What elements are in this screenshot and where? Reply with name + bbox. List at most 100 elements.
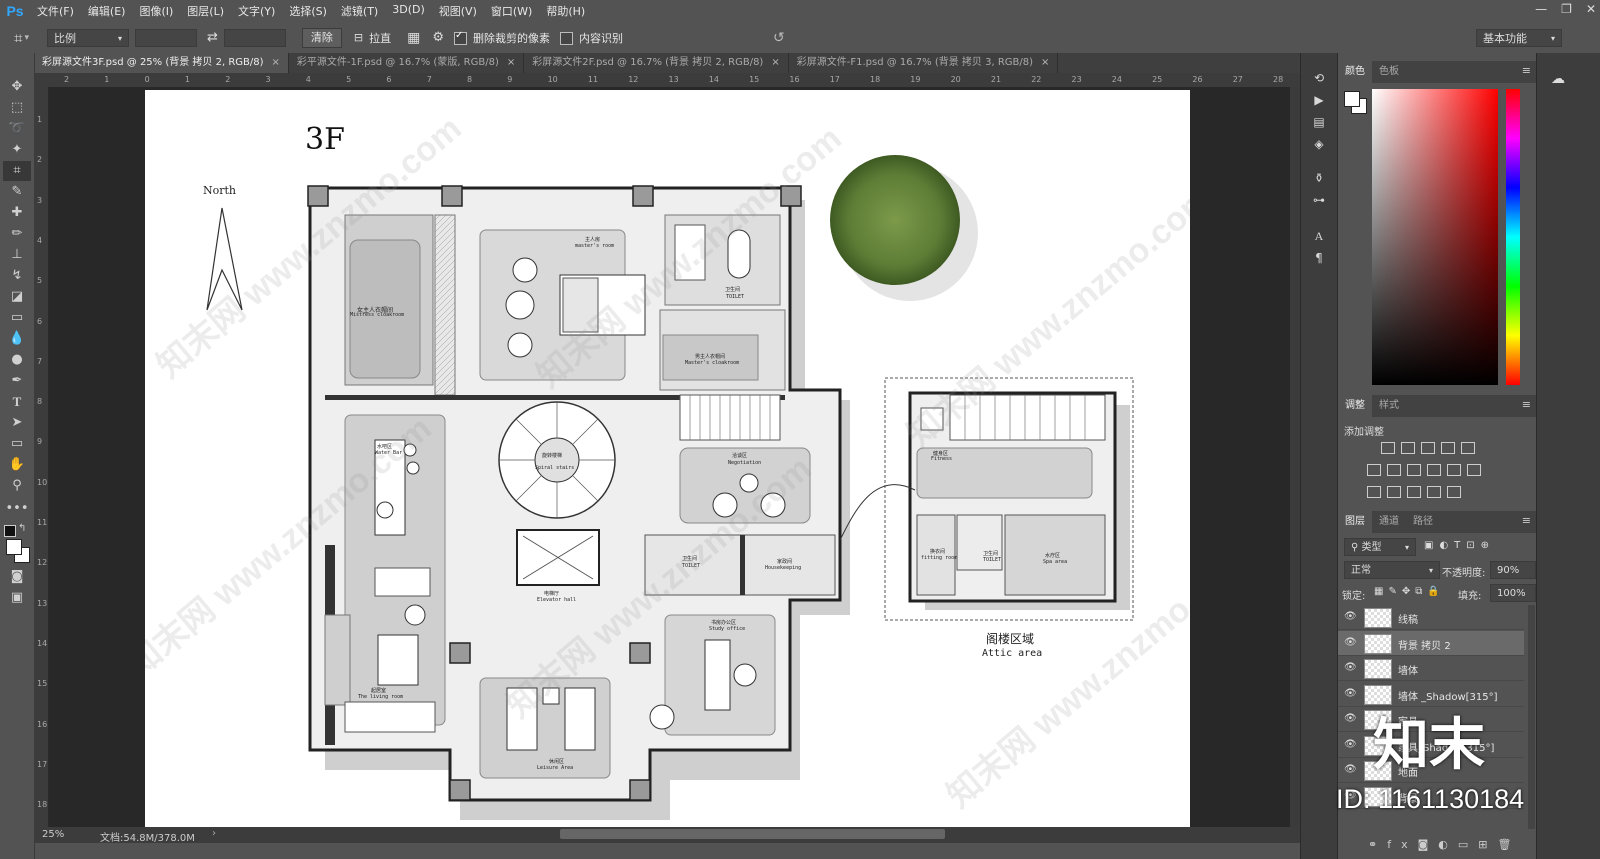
fg-swatch[interactable] [1344, 91, 1360, 107]
opacity-input[interactable]: 90% [1490, 561, 1536, 579]
tab-layers[interactable]: 图层 [1338, 511, 1372, 533]
lasso-tool-icon[interactable]: ➰ [3, 119, 31, 139]
width-input[interactable] [134, 28, 197, 47]
tab-paths[interactable]: 路径 [1406, 511, 1440, 533]
tab-styles[interactable]: 样式 [1372, 395, 1406, 417]
tab-swatches[interactable]: 色板 [1372, 61, 1406, 83]
pen-tool-icon[interactable]: ✒ [3, 371, 31, 391]
visibility-eye-icon[interactable]: 👁 [1344, 713, 1357, 724]
swap-icon[interactable]: ⇄ [207, 30, 218, 45]
layer-row[interactable]: 👁 背景 拷贝 2 [1338, 630, 1524, 656]
screen-mode-icon[interactable]: ▣ [3, 588, 31, 608]
move-tool-icon[interactable]: ✥ [3, 77, 31, 97]
menu-item[interactable]: 图像(I) [132, 3, 180, 19]
foreground-color-swatch[interactable] [6, 539, 22, 555]
menu-item[interactable]: 图层(L) [180, 3, 231, 19]
posterize-icon[interactable] [1387, 486, 1401, 498]
clone-stamp-tool-icon[interactable]: ⊥ [3, 245, 31, 265]
layer-row[interactable]: 👁 墙体 [1338, 656, 1524, 681]
rectangle-tool-icon[interactable]: ▭ [3, 434, 31, 454]
straighten-label[interactable]: 拉直 [369, 30, 391, 46]
clear-button[interactable]: 清除 [301, 27, 342, 48]
type-tool-icon[interactable]: T [3, 392, 31, 412]
menu-item[interactable]: 编辑(E) [81, 3, 133, 19]
actions-panel-icon[interactable]: ▶ [1309, 93, 1329, 111]
overlay-grid-icon[interactable]: ▦ [407, 30, 420, 46]
black-white-icon[interactable] [1407, 464, 1421, 476]
visibility-eye-icon[interactable]: 👁 [1344, 637, 1357, 648]
visibility-eye-icon[interactable]: 👁 [1344, 611, 1357, 622]
layers-panel-menu-icon[interactable]: ≡ [1522, 514, 1531, 527]
photo-filter-icon[interactable] [1427, 464, 1441, 476]
delete-cropped-checkbox[interactable] [454, 30, 467, 45]
horizontal-scrollbar[interactable] [560, 829, 945, 839]
menu-item[interactable]: 3D(D) [385, 3, 432, 19]
blur-tool-icon[interactable]: 💧 [3, 329, 31, 349]
paragraph-panel-icon[interactable]: ¶ [1309, 251, 1329, 269]
selective-color-icon[interactable] [1427, 486, 1441, 498]
crop-tool-icon[interactable]: ⌗ [3, 161, 31, 181]
tab-color[interactable]: 颜色 [1338, 61, 1372, 83]
document-tab[interactable]: 彩屏源文件2F.psd @ 16.7% (背景 拷贝 2, RGB/8) × [524, 53, 789, 73]
vibrance-icon[interactable] [1461, 442, 1475, 454]
ratio-select[interactable]: 比例 ▾ [46, 28, 129, 47]
settings-gear-icon[interactable]: ⚙ [432, 30, 444, 45]
libraries-icon[interactable]: ☁ [1551, 71, 1565, 87]
content-aware-checkbox[interactable] [560, 32, 573, 45]
tab-close-icon[interactable]: × [272, 57, 280, 68]
curves-icon[interactable] [1421, 442, 1435, 454]
brightness-icon[interactable] [1381, 442, 1395, 454]
hand-tool-icon[interactable]: ✋ [3, 455, 31, 475]
menu-item[interactable]: 帮助(H) [539, 3, 592, 19]
adjust-panel-menu-icon[interactable]: ≡ [1522, 398, 1531, 411]
layers-scrollbar[interactable] [1528, 605, 1535, 829]
levels-icon[interactable] [1401, 442, 1415, 454]
zoom-level[interactable]: 25% [42, 829, 64, 840]
swap-colors-icon[interactable]: ↰ [18, 523, 26, 534]
visibility-eye-icon[interactable]: 👁 [1344, 764, 1357, 775]
magic-wand-tool-icon[interactable]: ✦ [3, 140, 31, 160]
healing-brush-tool-icon[interactable]: ✚ [3, 203, 31, 223]
gradient-tool-icon[interactable]: ▭ [3, 308, 31, 328]
layer-filter-icons[interactable]: ▣◐T⊡⊕ [1424, 540, 1495, 551]
gradient-map-icon[interactable] [1447, 486, 1461, 498]
tab-close-icon[interactable]: × [1041, 57, 1049, 68]
document-tab[interactable]: 彩屏源文件3F.psd @ 25% (背景 拷贝 2, RGB/8) × [34, 53, 289, 73]
document-canvas[interactable]: 3F North 阁楼区域 Attic area 女主人衣帽间 Mistress … [145, 90, 1190, 827]
fill-input[interactable]: 100% [1490, 584, 1536, 602]
character-panel-icon[interactable]: A [1309, 229, 1329, 247]
tool-preset-dropdown-icon[interactable]: ▾ [24, 33, 29, 43]
layer-row[interactable]: 👁 线稿 [1338, 605, 1524, 630]
menu-item[interactable]: 视图(V) [432, 3, 484, 19]
document-tab[interactable]: 彩平源文件-1F.psd @ 16.7% (蒙版, RGB/8) × [289, 53, 525, 73]
visibility-eye-icon[interactable]: 👁 [1344, 739, 1357, 750]
color-field[interactable] [1372, 89, 1498, 385]
eraser-tool-icon[interactable]: ◪ [3, 287, 31, 307]
menu-item[interactable]: 文件(F) [30, 3, 81, 19]
tab-channels[interactable]: 通道 [1372, 511, 1406, 533]
tab-adjustments[interactable]: 调整 [1338, 395, 1372, 417]
more-tools-icon[interactable]: ••• [3, 499, 31, 519]
history-brush-tool-icon[interactable]: ↯ [3, 266, 31, 286]
layer-footer-icons[interactable]: ⚭fx◙◐▭⊞🗑 [1368, 838, 1521, 851]
crop-tool-icon[interactable]: ⌗ [14, 29, 22, 47]
straighten-icon[interactable]: ⊟ [354, 31, 363, 44]
color-balance-icon[interactable] [1387, 464, 1401, 476]
dodge-tool-icon[interactable]: ● [3, 350, 31, 370]
clone-source-icon[interactable]: ⊶ [1309, 193, 1329, 211]
3d-panel-icon[interactable]: ◈ [1309, 137, 1329, 155]
default-colors-icon[interactable] [4, 525, 16, 537]
visibility-eye-icon[interactable]: 👁 [1344, 662, 1357, 673]
zoom-tool-icon[interactable]: ⚲ [3, 476, 31, 496]
brush-tool-icon[interactable]: ✏ [3, 224, 31, 244]
lock-icons[interactable]: ▦✎✥⧉🔒 [1374, 586, 1445, 597]
hue-slider[interactable] [1506, 89, 1520, 385]
visibility-eye-icon[interactable]: 👁 [1344, 688, 1357, 699]
exposure-icon[interactable] [1441, 442, 1455, 454]
menu-item[interactable]: 窗口(W) [484, 3, 539, 19]
color-lookup-icon[interactable] [1467, 464, 1481, 476]
invert-icon[interactable] [1367, 486, 1381, 498]
close-button[interactable]: ✕ [1586, 2, 1596, 16]
threshold-icon[interactable] [1407, 486, 1421, 498]
eyedropper-tool-icon[interactable]: ✎ [3, 182, 31, 202]
